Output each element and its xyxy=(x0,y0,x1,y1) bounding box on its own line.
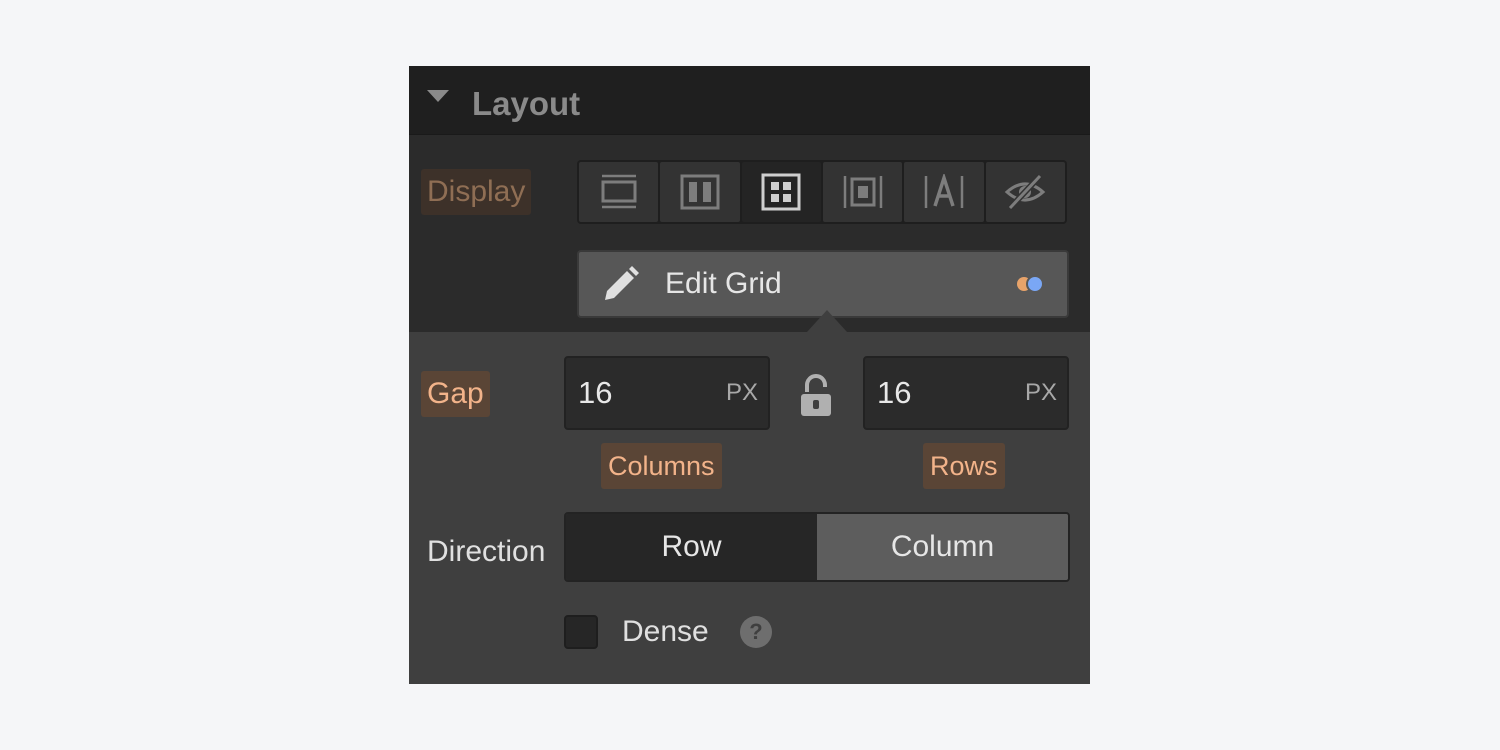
gap-label[interactable]: Gap xyxy=(421,371,490,417)
edit-grid-label: Edit Grid xyxy=(665,267,782,300)
layout-section-header[interactable]: Layout xyxy=(409,66,1090,135)
display-flex-button[interactable] xyxy=(660,162,740,222)
display-grid-button[interactable] xyxy=(741,162,821,222)
display-block-button[interactable] xyxy=(579,162,659,222)
help-icon[interactable]: ? xyxy=(740,616,772,648)
block-icon xyxy=(601,174,637,209)
dense-label[interactable]: Dense xyxy=(622,602,709,662)
style-indicator xyxy=(1017,275,1047,293)
rows-label[interactable]: Rows xyxy=(923,443,1005,489)
display-segmented-control xyxy=(577,160,1067,224)
hidden-icon xyxy=(1005,174,1046,210)
inline-text-icon xyxy=(924,174,964,208)
display-label[interactable]: Display xyxy=(421,169,532,215)
gap-columns-unit[interactable]: PX xyxy=(726,358,758,428)
columns-label[interactable]: Columns xyxy=(601,443,722,489)
edit-grid-button[interactable]: Edit Grid xyxy=(577,250,1069,318)
direction-label: Direction xyxy=(427,535,546,568)
inline-block-icon xyxy=(843,176,882,208)
gap-columns-input[interactable]: 16 PX xyxy=(564,356,770,430)
dense-checkbox[interactable] xyxy=(564,615,598,649)
direction-column-button[interactable]: Column xyxy=(817,514,1068,580)
gap-rows-input[interactable]: 16 PX xyxy=(863,356,1069,430)
section-title: Layout xyxy=(472,85,581,122)
direction-toggle: Row Column xyxy=(564,512,1070,582)
direction-row-button[interactable]: Row xyxy=(566,514,817,580)
grid-settings-panel: Gap 16 PX 16 PX Columns Rows Direction R… xyxy=(409,332,1090,684)
layout-panel: Layout Display Edit Grid Gap 16 PX 16 PX… xyxy=(409,66,1090,684)
pencil-icon xyxy=(605,266,639,300)
gap-rows-value[interactable]: 16 xyxy=(877,358,911,428)
gap-rows-unit[interactable]: PX xyxy=(1025,358,1057,428)
display-none-button[interactable] xyxy=(985,162,1065,222)
grid-icon xyxy=(761,173,801,211)
unlock-icon[interactable] xyxy=(800,374,832,418)
popover-pointer xyxy=(807,310,847,332)
display-inline-block-button[interactable] xyxy=(822,162,903,222)
flex-icon xyxy=(680,174,720,210)
caret-down-icon[interactable] xyxy=(427,90,449,102)
display-inline-button[interactable] xyxy=(904,162,984,222)
gap-columns-value[interactable]: 16 xyxy=(578,358,612,428)
local-style-dot xyxy=(1026,275,1044,293)
